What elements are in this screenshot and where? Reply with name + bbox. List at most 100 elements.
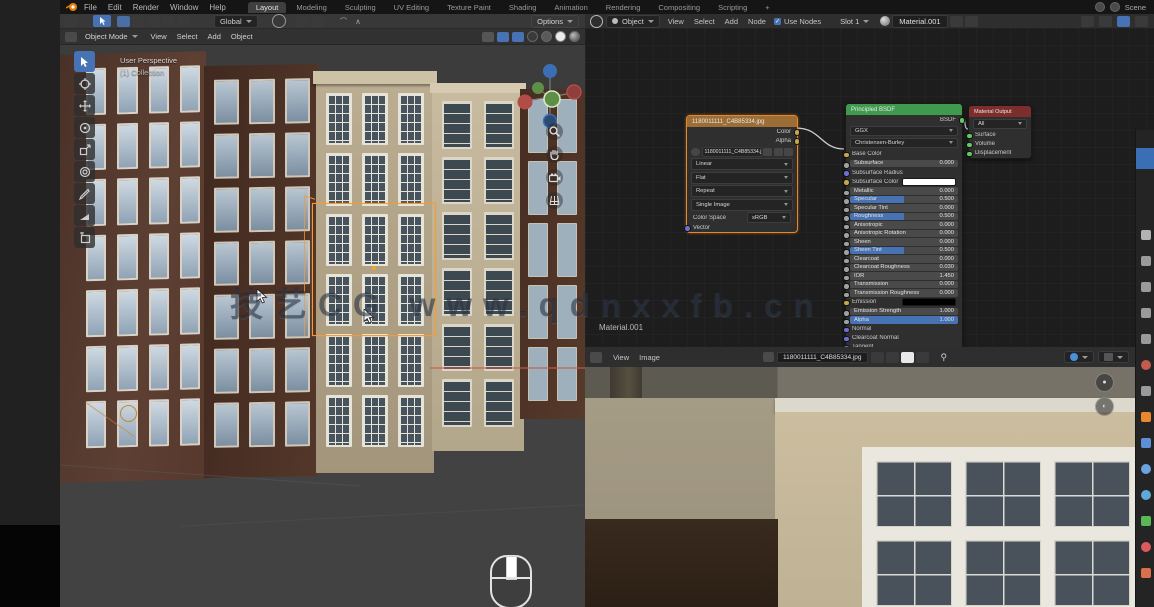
overlays-toggle-icon[interactable] bbox=[497, 32, 509, 42]
workspace-tab-[interactable]: + bbox=[757, 2, 777, 13]
angle-icon[interactable]: ∧ bbox=[355, 17, 361, 26]
image-new-icon[interactable] bbox=[774, 148, 783, 156]
bsdf-input-anisotropic-rotation[interactable]: Anisotropic Rotation0.000 bbox=[846, 230, 962, 238]
editor-type-icon[interactable] bbox=[590, 15, 603, 28]
tool-scale[interactable] bbox=[74, 139, 95, 160]
properties-tab-object[interactable] bbox=[1141, 412, 1151, 422]
workspace-tab-layout[interactable]: Layout bbox=[248, 2, 287, 13]
blender-logo-icon[interactable] bbox=[66, 2, 80, 12]
bsdf-input-base-color[interactable]: Base Color bbox=[846, 150, 962, 159]
options-dropdown[interactable]: Options bbox=[531, 15, 579, 28]
properties-tab-modifiers[interactable] bbox=[1141, 438, 1151, 448]
select-mode-intersect-icon[interactable] bbox=[177, 16, 190, 27]
tool-icon[interactable] bbox=[64, 16, 77, 27]
zoom-icon[interactable] bbox=[546, 123, 563, 140]
overlay-node-icon[interactable] bbox=[1099, 16, 1112, 27]
image-open-icon[interactable] bbox=[784, 148, 793, 156]
bsdf-input-subsurface-radius[interactable]: Subsurface Radius bbox=[846, 168, 962, 177]
select-mode-extend-icon[interactable] bbox=[132, 16, 145, 27]
snap-icon[interactable] bbox=[296, 16, 309, 27]
empty-object-gizmo[interactable] bbox=[120, 405, 137, 422]
shader-type-dropdown[interactable]: Object bbox=[606, 15, 660, 28]
tool-move[interactable] bbox=[74, 95, 95, 116]
dropdown-repeat[interactable]: Repeat bbox=[691, 185, 793, 197]
properties-tab-material[interactable] bbox=[1141, 542, 1151, 552]
bsdf-input-specular-tint[interactable]: Specular Tint0.000 bbox=[846, 204, 962, 212]
dropdown-linear[interactable]: Linear bbox=[691, 158, 793, 170]
annotation-dot-button[interactable]: ◐ bbox=[1095, 397, 1114, 416]
viewport-canvas[interactable]: User Perspective (1) Collection bbox=[60, 45, 585, 607]
distribution-dropdown[interactable]: GGX bbox=[850, 126, 958, 137]
active-tool-button[interactable] bbox=[93, 15, 111, 27]
xray-toggle-icon[interactable] bbox=[512, 32, 524, 42]
properties-tab-view-layer[interactable] bbox=[1141, 308, 1151, 318]
building-brick-mid[interactable] bbox=[204, 64, 318, 478]
image-new-icon[interactable] bbox=[886, 352, 899, 363]
workspace-tab-rendering[interactable]: Rendering bbox=[598, 2, 649, 13]
camera-view-icon[interactable] bbox=[546, 169, 563, 186]
snap-target-icon[interactable] bbox=[311, 16, 324, 27]
material-name-field[interactable]: Material.001 bbox=[892, 15, 947, 28]
workspace-tab-texture-paint[interactable]: Texture Paint bbox=[439, 2, 499, 13]
viewport-menu-object[interactable]: Object bbox=[231, 32, 253, 41]
workspace-tab-shading[interactable]: Shading bbox=[501, 2, 545, 13]
image-browse-icon[interactable] bbox=[691, 148, 700, 156]
bsdf-input-specular[interactable]: Specular0.500 bbox=[846, 196, 962, 204]
properties-tab-object-data[interactable] bbox=[1141, 516, 1151, 526]
snap-node-icon[interactable] bbox=[1081, 16, 1094, 27]
bsdf-input-sheen-tint[interactable]: Sheen Tint0.500 bbox=[846, 247, 962, 255]
transform-orientation-dropdown[interactable]: Global bbox=[214, 15, 258, 28]
image-name-field[interactable]: 1180011111_C4B85334.jpg bbox=[777, 352, 868, 363]
status-icon[interactable] bbox=[1095, 2, 1105, 12]
bsdf-input-clearcoat[interactable]: Clearcoat0.000 bbox=[846, 255, 962, 263]
workspace-tab-compositing[interactable]: Compositing bbox=[650, 2, 708, 13]
image-settings-icon[interactable] bbox=[916, 352, 929, 363]
properties-tab-world[interactable] bbox=[1141, 360, 1151, 370]
material-output-node[interactable]: Material Output All SurfaceVolumeDisplac… bbox=[968, 105, 1032, 159]
mode-dropdown[interactable]: Object Mode bbox=[80, 31, 143, 42]
tool-cursor[interactable] bbox=[74, 73, 95, 94]
bsdf-input-roughness[interactable]: Roughness0.500 bbox=[846, 213, 962, 221]
viewport-menu-add[interactable]: Add bbox=[208, 32, 221, 41]
menu-render[interactable]: Render bbox=[133, 3, 159, 12]
unlink-icon[interactable] bbox=[965, 16, 978, 27]
menu-help[interactable]: Help bbox=[209, 3, 225, 12]
shader-menu-view[interactable]: View bbox=[668, 17, 684, 26]
perspective-toggle-icon[interactable] bbox=[546, 192, 563, 209]
bsdf-input-metallic[interactable]: Metallic0.000 bbox=[846, 187, 962, 195]
preview-toggle-icon[interactable] bbox=[1117, 16, 1130, 27]
display-channels-dropdown[interactable] bbox=[1064, 351, 1094, 363]
bsdf-input-clearcoat-roughness[interactable]: Clearcoat Roughness0.030 bbox=[846, 264, 962, 272]
target-dropdown[interactable]: All bbox=[973, 119, 1027, 130]
viewport-menu-select[interactable]: Select bbox=[177, 32, 198, 41]
workspace-tab-scripting[interactable]: Scripting bbox=[710, 2, 755, 13]
node-title[interactable]: 1180011111_C4B85334.jpg bbox=[687, 116, 797, 127]
properties-tab-render[interactable] bbox=[1141, 256, 1151, 266]
node-title[interactable]: Principled BSDF bbox=[846, 104, 962, 115]
workspace-tab-animation[interactable]: Animation bbox=[546, 2, 595, 13]
tool-transform[interactable] bbox=[74, 161, 95, 182]
select-mode-new-icon[interactable] bbox=[117, 16, 130, 27]
image-menu-view[interactable]: View bbox=[613, 353, 629, 362]
viewport-menu-view[interactable]: View bbox=[151, 32, 167, 41]
pan-hand-icon[interactable] bbox=[546, 146, 563, 163]
menu-file[interactable]: File bbox=[84, 3, 97, 12]
properties-tab-physics[interactable] bbox=[1141, 490, 1151, 500]
shader-menu-add[interactable]: Add bbox=[725, 17, 738, 26]
select-mode-invert-icon[interactable] bbox=[162, 16, 175, 27]
use-nodes-checkbox[interactable]: ✓ bbox=[774, 18, 781, 25]
menu-edit[interactable]: Edit bbox=[108, 3, 122, 12]
tool-add-cube[interactable] bbox=[74, 227, 95, 248]
menu-window[interactable]: Window bbox=[170, 3, 198, 12]
properties-tab-output[interactable] bbox=[1141, 282, 1151, 292]
image-editor-canvas[interactable]: ● ◐ bbox=[585, 367, 1135, 607]
image-name-field[interactable]: 1180011111_C4B85334.jpg bbox=[702, 147, 762, 157]
bsdf-input-subsurface-color[interactable]: Subsurface Color bbox=[846, 177, 962, 186]
tool-measure[interactable] bbox=[74, 205, 95, 226]
shading-wireframe-icon[interactable] bbox=[527, 31, 538, 42]
shading-rendered-icon[interactable] bbox=[569, 31, 580, 42]
slot-dropdown[interactable]: Slot 1 bbox=[835, 16, 874, 27]
annotation-dot-button[interactable]: ● bbox=[1095, 373, 1114, 392]
fake-user-icon[interactable] bbox=[950, 16, 963, 27]
editor-type-icon[interactable] bbox=[590, 352, 602, 363]
